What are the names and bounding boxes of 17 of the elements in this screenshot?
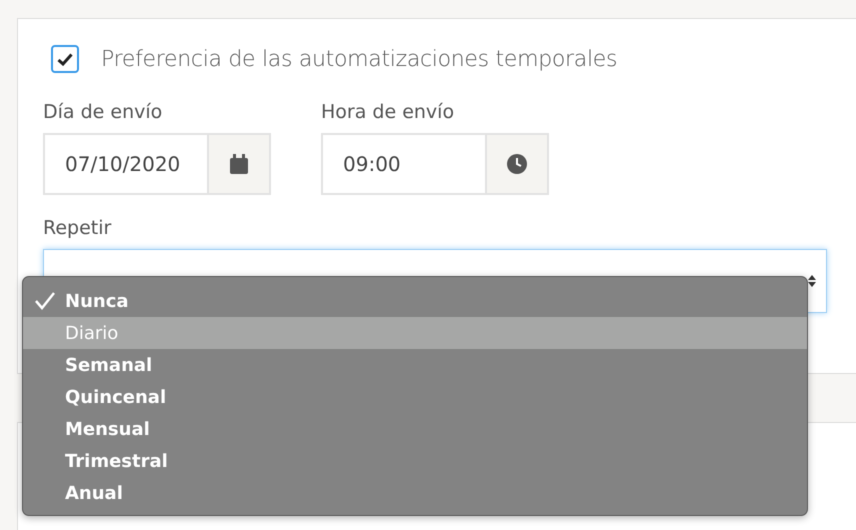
time-field[interactable]: 09:00 [321, 133, 549, 195]
menu-item[interactable]: Semanal [23, 349, 807, 381]
menu-item[interactable]: Quincenal [23, 381, 807, 413]
field-label: Hora de envío [321, 101, 456, 123]
menu-item[interactable]: Nunca [23, 285, 807, 317]
clock-icon [507, 154, 527, 174]
date-field[interactable]: 07/10/2020 [43, 133, 271, 195]
menu-item[interactable]: Mensual [23, 413, 807, 445]
checkbox-label: Preferencia de las automatizaciones temporales [101, 46, 618, 72]
field-label: Repetir [43, 217, 112, 239]
field-label: Día de envío [43, 101, 164, 123]
check-icon [57, 52, 73, 66]
menu-item[interactable]: Diario [23, 317, 807, 349]
menu-item[interactable]: Trimestral [23, 445, 807, 477]
menu-item[interactable]: Anual [23, 477, 807, 509]
checkbox[interactable] [51, 45, 79, 73]
calendar-icon [230, 154, 248, 174]
